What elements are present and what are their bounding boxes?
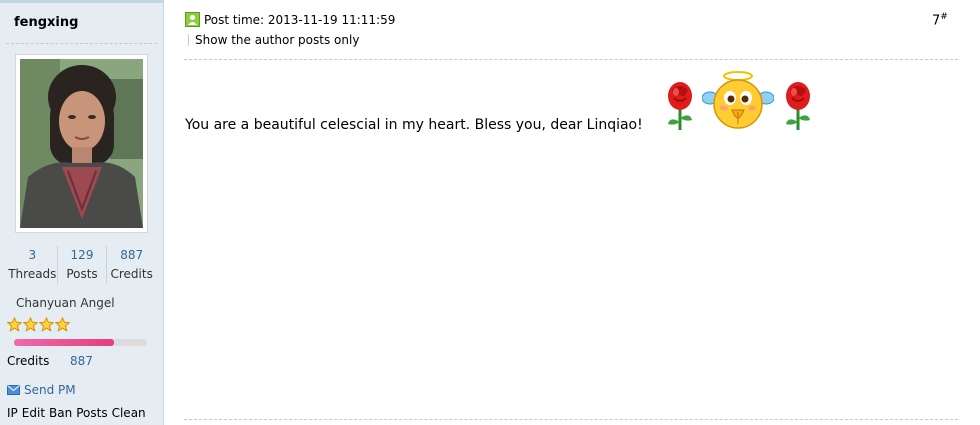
author-username[interactable]: fengxing: [14, 15, 78, 30]
mail-icon: [7, 385, 20, 395]
rose-icon: [668, 82, 692, 130]
admin-ban-link[interactable]: Ban: [49, 406, 72, 420]
author-stats: 3 Threads 129 Posts 887 Credits: [8, 246, 156, 284]
footer-divider: [184, 419, 958, 420]
star-icon: [23, 317, 38, 332]
send-pm-label[interactable]: Send PM: [24, 383, 76, 397]
online-status-icon: [185, 12, 200, 27]
admin-clean-link[interactable]: Clean: [112, 406, 146, 420]
rank-stars: [7, 317, 70, 332]
author-only-link[interactable]: Show the author posts only: [188, 33, 359, 47]
author-sidebar: fengxing 3 Threads 129 Posts 887 Credits…: [0, 0, 164, 425]
author-only-label[interactable]: Show the author posts only: [195, 33, 359, 47]
header-divider: [184, 59, 958, 60]
credits-label: Credits: [7, 354, 50, 368]
stat-label: Credits: [110, 267, 153, 281]
floor-suffix: #: [940, 12, 948, 22]
credit-progress-fill: [14, 339, 114, 346]
admin-posts-link[interactable]: Posts: [76, 406, 107, 420]
stat-credits[interactable]: 887 Credits: [107, 246, 156, 284]
rose-icon: [786, 82, 810, 130]
stat-threads[interactable]: 3 Threads: [8, 246, 58, 284]
stat-value[interactable]: 129: [58, 246, 107, 264]
angel-smiley-icon: [702, 71, 774, 129]
stat-value[interactable]: 887: [107, 246, 156, 264]
avatar[interactable]: [20, 59, 143, 228]
stat-label: Threads: [8, 267, 57, 281]
post-message: You are a beautiful celescial in my hear…: [185, 117, 643, 133]
star-icon: [7, 317, 22, 332]
user-group[interactable]: Chanyuan Angel: [16, 296, 115, 310]
admin-links: IP Edit Ban Posts Clean: [7, 406, 146, 420]
star-icon: [55, 317, 70, 332]
credit-progress-bar: [14, 339, 147, 346]
pipe-divider: [188, 34, 189, 46]
floor-number[interactable]: 7#: [932, 12, 948, 28]
stat-label: Posts: [66, 267, 98, 281]
avatar-photo: [20, 59, 143, 228]
post-header: Post time: 2013-11-19 11:11:59: [185, 12, 395, 27]
admin-edit-link[interactable]: Edit: [22, 406, 45, 420]
credits-value: 887: [70, 354, 93, 368]
avatar-frame[interactable]: [15, 54, 148, 233]
stat-posts[interactable]: 129 Posts: [58, 246, 108, 284]
stat-value[interactable]: 3: [8, 246, 57, 264]
send-pm-link[interactable]: Send PM: [7, 383, 76, 397]
admin-ip-link[interactable]: IP: [7, 406, 18, 420]
star-icon: [39, 317, 54, 332]
divider: [6, 43, 157, 44]
post-time: Post time: 2013-11-19 11:11:59: [204, 12, 396, 27]
